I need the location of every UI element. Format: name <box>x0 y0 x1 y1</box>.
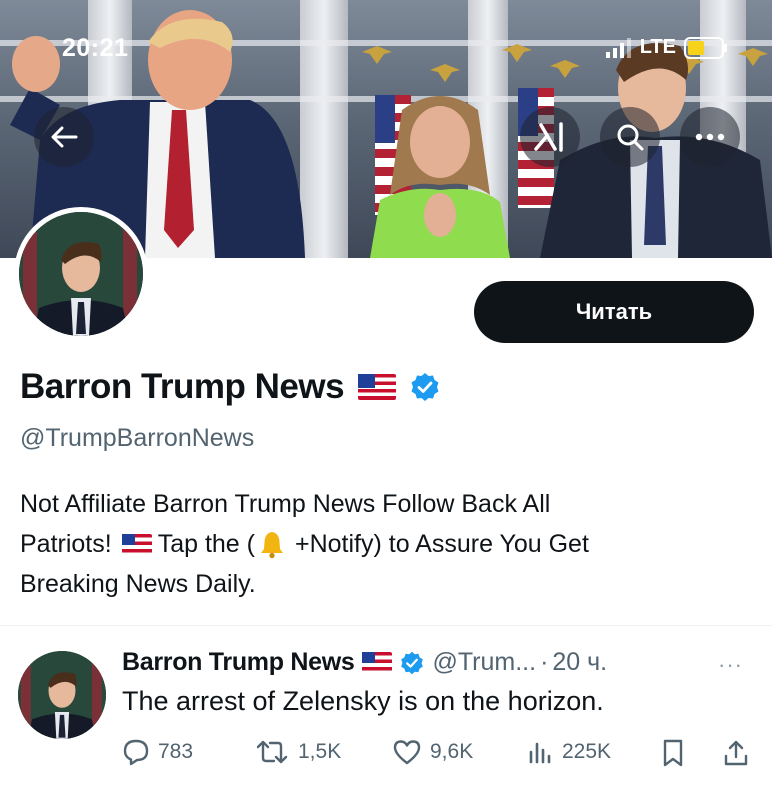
battery-icon <box>684 36 727 59</box>
bookmark-icon <box>663 739 683 767</box>
search-icon <box>617 124 644 151</box>
bio-text-patriots: Patriots! <box>20 530 112 558</box>
profile-name-row: Barron Trump News <box>20 367 440 407</box>
views-chart-icon <box>529 742 551 764</box>
bio-us-flag-icon <box>121 533 152 555</box>
tweet-verified-icon <box>401 651 424 674</box>
tweet-separator: · <box>540 648 549 676</box>
more-dots-icon <box>695 133 725 141</box>
tweet-more-button[interactable]: ··· <box>718 652 743 678</box>
bio-line-2: Patriots! Tap the ( +Notify) to Assure Y… <box>20 524 740 564</box>
tweet-time[interactable]: 20 ч. <box>552 648 607 677</box>
retweet-button[interactable]: 1,5K <box>254 738 341 766</box>
more-button[interactable] <box>680 107 740 167</box>
avatar-image <box>19 212 143 336</box>
grok-button[interactable] <box>520 107 580 167</box>
tweet-author-name[interactable]: Barron Trump News <box>122 648 355 677</box>
tweet-author-handle[interactable]: @Trum... <box>432 648 536 677</box>
like-button[interactable]: 9,6K <box>392 738 473 766</box>
profile-handle: @TrumpBarronNews <box>20 424 255 452</box>
display-name: Barron Trump News <box>20 367 345 406</box>
view-count: 225K <box>562 740 612 763</box>
bio-text-notify: +Notify) to Assure You Get <box>294 530 589 558</box>
grok-icon <box>534 122 563 152</box>
back-arrow-icon <box>51 126 78 148</box>
views-button[interactable]: 225K <box>526 738 611 766</box>
section-divider <box>0 625 772 626</box>
verified-badge-icon[interactable] <box>410 372 440 402</box>
bookmark-button[interactable] <box>660 738 686 768</box>
tweet-text: The arrest of Zelensky is on the horizon… <box>122 686 604 716</box>
tweet-author-avatar[interactable] <box>18 651 106 739</box>
retweet-icon <box>256 740 288 764</box>
reply-button[interactable]: 783 <box>122 738 193 766</box>
back-button[interactable] <box>34 107 94 167</box>
reply-count: 783 <box>158 740 194 763</box>
profile-bio: Not Affiliate Barron Trump News Follow B… <box>20 484 740 604</box>
retweet-count: 1,5K <box>298 740 342 763</box>
share-icon <box>724 740 748 766</box>
bio-line-1: Not Affiliate Barron Trump News Follow B… <box>20 490 551 518</box>
like-count: 9,6K <box>430 740 474 763</box>
banner-person-middle <box>370 96 510 258</box>
tweet-header: Barron Trump News @Trum... · 20 ч. <box>122 648 607 677</box>
network-label: LTE <box>639 36 676 58</box>
bio-text-tap: Tap the ( <box>157 530 255 558</box>
us-flag-icon <box>358 374 397 400</box>
tweet-actions: 783 1,5K 9,6K 225K <box>122 738 762 774</box>
search-button[interactable] <box>600 107 660 167</box>
share-button[interactable] <box>722 738 750 768</box>
heart-icon <box>393 740 421 765</box>
status-indicators: LTE <box>605 36 728 59</box>
profile-avatar[interactable] <box>14 207 148 341</box>
reply-icon <box>123 739 149 766</box>
bio-line-3: Breaking News Daily. <box>20 570 256 598</box>
status-time: 20:21 <box>62 34 129 62</box>
follow-button[interactable]: Читать <box>474 281 754 343</box>
bell-icon <box>260 532 283 559</box>
signal-icon <box>605 37 631 58</box>
tweet-us-flag-icon <box>362 652 393 673</box>
